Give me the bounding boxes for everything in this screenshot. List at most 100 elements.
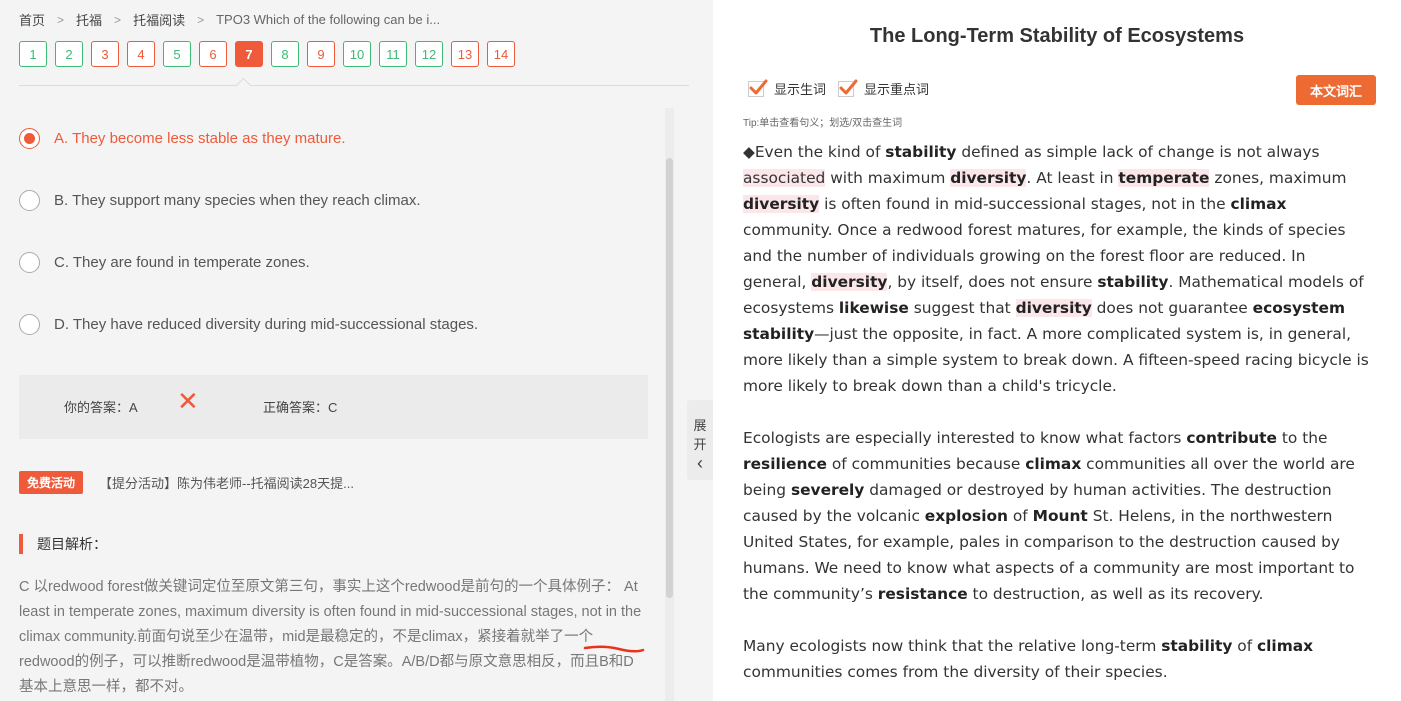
radio-icon[interactable] [19,127,40,149]
answer-option[interactable]: B. They support many species when they r… [19,182,659,218]
checkmark-icon [838,79,858,97]
key-word[interactable]: stability [885,143,956,161]
passage-text-run: defined as simple lack of change is not … [956,143,1320,161]
checkmark-icon [748,79,768,97]
question-panel: 首页 > 托福 > 托福阅读 > TPO3 Which of the follo… [0,0,713,701]
passage-paragraph: ◆Even the kind of stability defined as s… [743,139,1373,399]
scrollbar-thumb[interactable] [666,158,673,598]
display-options: 显示生词 显示重点词 [748,79,941,98]
promo-activity-link[interactable]: 【提分活动】陈为伟老师--托福阅读28天提... [99,473,354,492]
passage-text-run: , by itself, does not ensure [887,273,1098,291]
passage-text-run: of [1008,507,1033,525]
expand-label-2: 开 [693,437,707,452]
answer-option-text: D. They have reduced diversity during mi… [54,315,479,333]
expand-label-1: 展 [693,418,707,433]
question-number-button[interactable]: 3 [91,41,119,67]
analysis-title: 题目解析： [37,536,107,552]
active-question-caret [235,77,252,94]
handwritten-underline-icon [583,645,645,653]
question-number-button[interactable]: 6 [199,41,227,67]
chevron-right-icon: > [114,12,122,27]
question-number-button[interactable]: 9 [307,41,335,67]
question-number-button[interactable]: 14 [487,41,515,67]
passage-text-run: zones, maximum [1209,169,1347,187]
key-word[interactable]: diversity [950,169,1027,187]
expand-toggle[interactable]: 展 开 ‹ [687,400,713,480]
key-word[interactable]: severely [791,481,864,499]
key-word[interactable]: likewise [839,299,909,317]
key-word[interactable]: contribute [1186,429,1277,447]
question-number-button[interactable]: 8 [271,41,299,67]
answer-summary: 你的答案：A ✕ 正确答案：C [19,375,648,439]
question-number-button[interactable]: 4 [127,41,155,67]
key-word[interactable]: stability [1097,273,1168,291]
answer-option[interactable]: C. They are found in temperate zones. [19,244,659,280]
chevron-right-icon: > [197,12,205,27]
show-key-words-label: 显示重点词 [864,82,930,97]
passage-title: The Long-Term Stability of Ecosystems [869,25,1245,47]
key-word[interactable]: Mount [1033,507,1088,525]
answer-options: A. They become less stable as they matur… [19,120,659,368]
show-new-words-label: 显示生词 [774,82,827,97]
key-word[interactable]: resistance [878,585,968,603]
passage-paragraph: Many ecologists now think that the relat… [743,633,1373,685]
your-answer: 你的答案：A [64,400,138,415]
answer-option-text: A. They become less stable as they matur… [54,129,346,147]
radio-icon[interactable] [19,313,40,335]
chevron-left-icon: ‹ [697,453,703,473]
breadcrumb: 首页 > 托福 > 托福阅读 > TPO3 Which of the follo… [19,10,440,29]
passage-text-run: suggest that [908,299,1016,317]
passage-text-run: is often found in mid-successional stage… [819,195,1231,213]
answer-option-text: B. They support many species when they r… [54,191,421,209]
passage-text-run: —just the opposite, in fact. A more comp… [743,325,1369,395]
key-word[interactable]: climax [1230,195,1286,213]
wrong-cross-icon: ✕ [177,386,199,416]
radio-icon[interactable] [19,189,40,211]
key-word[interactable]: temperate [1118,169,1210,187]
correct-answer: 正确答案：C [263,400,338,415]
analysis-heading: 题目解析： [19,533,107,555]
key-word[interactable]: resilience [743,455,827,473]
passage-panel: The Long-Term Stability of Ecosystems 显示… [713,0,1401,701]
free-activity-badge: 免费活动 [19,471,84,494]
show-key-words-checkbox[interactable]: 显示重点词 [838,79,929,98]
question-number-button[interactable]: 2 [55,41,83,67]
answer-option[interactable]: A. They become less stable as they matur… [19,120,659,156]
question-number-button[interactable]: 13 [451,41,479,67]
question-number-button[interactable]: 7 [235,41,263,67]
key-word[interactable]: stability [1161,637,1232,655]
key-word[interactable]: climax [1257,637,1313,655]
new-word[interactable]: associated [743,169,826,187]
passage-text-run: Ecologists are especially interested to … [743,429,1187,447]
chevron-right-icon: > [57,12,65,27]
analysis-text: C 以redwood forest做关键词定位至原文第三句，事实上这个redwo… [19,579,642,695]
passage-text: ◆Even the kind of stability defined as s… [743,139,1373,701]
breadcrumb-toefl[interactable]: 托福 [76,10,102,29]
key-word[interactable]: explosion [925,507,1008,525]
question-number-button[interactable]: 12 [415,41,443,67]
breadcrumb-home[interactable]: 首页 [19,10,45,29]
radio-icon[interactable] [19,251,40,273]
key-word[interactable]: diversity [1015,299,1092,317]
passage-text-run: ◆Even the kind of [743,143,886,161]
passage-text-run: to destruction, as well as its recovery. [967,585,1264,603]
question-number-button[interactable]: 11 [379,41,407,67]
promo-activity: 免费活动 【提分活动】陈为伟老师--托福阅读28天提... [19,471,354,494]
show-new-words-checkbox[interactable]: 显示生词 [748,79,826,98]
passage-text-run: does not guarantee [1091,299,1253,317]
key-word[interactable]: diversity [743,195,820,213]
key-word[interactable]: climax [1025,455,1081,473]
passage-paragraph: Ecologists are especially interested to … [743,425,1373,607]
passage-text-run: with maximum [825,169,951,187]
breadcrumb-toefl-reading[interactable]: 托福阅读 [133,10,185,29]
question-number-button[interactable]: 5 [163,41,191,67]
key-word[interactable]: diversity [811,273,888,291]
answer-option[interactable]: D. They have reduced diversity during mi… [19,306,659,342]
article-vocab-button[interactable]: 本文词汇 [1296,75,1376,105]
question-number-button[interactable]: 10 [343,41,371,67]
question-navigator: 1 2 3 4 5 6 7 8 9 10 11 12 13 14 [19,41,523,67]
question-number-button[interactable]: 1 [19,41,47,67]
usage-tip: Tip:单击查看句义；划选/双击查生词 [743,118,903,129]
passage-text-run: of communities because [826,455,1026,473]
passage-text-run: communities comes from the diversity of … [743,663,1168,681]
